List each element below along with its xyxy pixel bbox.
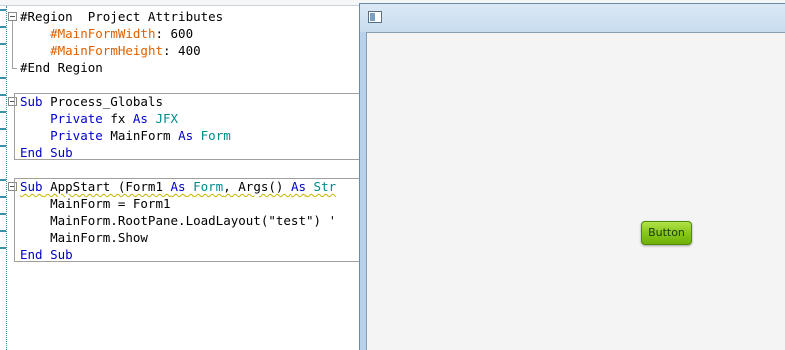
code-token: Str [313,179,337,194]
code-line[interactable]: Sub AppStart (Form1 As Form, Args() As S… [20,178,336,195]
code-token: Private [50,111,103,126]
code-token: MainForm [102,128,179,143]
code-token: #End Region [20,60,103,75]
form-client-area: Button [366,32,785,350]
editor-gutter [0,6,7,350]
code-token: MainForm.RootPane.LoadLayout( [20,213,269,228]
form-window[interactable]: Button [359,3,785,350]
code-token: MainForm.Show [20,230,148,245]
code-line[interactable]: #MainFormHeight: 400 [20,42,201,59]
code-token: , Args() [223,179,291,194]
form-titlebar[interactable] [360,4,785,32]
code-token: "test" [268,213,314,228]
code-token: #Region Project Attributes [20,9,224,24]
fold-toggle-region[interactable] [8,12,17,21]
code-line[interactable]: Private fx As JFX [20,110,178,127]
code-token: Sub [20,179,43,194]
code-token: End Sub [20,145,73,160]
code-token: ) ' [313,213,337,228]
code-line[interactable]: #End Region [20,59,103,76]
code-line[interactable]: MainForm.RootPane.LoadLayout("test") ' [20,212,336,229]
fold-guide [12,21,13,68]
code-token: As [170,179,186,194]
code-line[interactable]: #Region Project Attributes [20,8,223,25]
gutter-mark [0,213,6,215]
code-line[interactable]: End Sub [20,144,73,161]
code-token: End Sub [20,247,73,262]
gutter-mark [0,94,6,96]
gutter-mark [0,9,6,11]
code-token: fx [102,111,133,126]
code-token: Sub [20,94,43,109]
form-button[interactable]: Button [641,221,692,245]
code-token: JFX [155,111,179,126]
code-line[interactable]: MainForm.Show [20,229,148,246]
code-token: As [178,128,194,143]
gutter-mark [0,111,6,113]
fold-end [12,68,17,69]
code-line[interactable]: End Sub [20,246,73,263]
gutter-mark [0,179,6,181]
gutter-mark [0,145,6,147]
code-token: As [290,179,307,194]
gutter-mark [0,77,6,79]
gutter-mark [0,196,6,198]
code-line[interactable]: #MainFormWidth: 600 [20,25,193,42]
code-line[interactable]: Sub Process_Globals [20,93,163,110]
gutter-mark [0,128,6,130]
code-token: As [132,111,148,126]
window-icon [368,11,382,23]
code-token: #MainFormWidth [50,26,156,41]
code-token: #MainFormHeight [50,43,163,58]
code-token: MainForm = Form1 [20,196,171,211]
gutter-mark [0,43,6,45]
gutter-mark [0,26,6,28]
code-line[interactable]: MainForm = Form1 [20,195,171,212]
code-token: : 600 [155,26,194,41]
code-line[interactable]: Private MainForm As Form [20,127,231,144]
code-token: Form [193,179,224,194]
code-token: : 400 [163,43,201,58]
code-token: AppStart (Form1 [42,179,171,194]
gutter-mark [0,247,6,249]
code-token: Private [50,128,103,143]
code-token: Form [200,128,231,143]
gutter-mark [0,230,6,232]
code-token: Process_Globals [42,94,163,109]
